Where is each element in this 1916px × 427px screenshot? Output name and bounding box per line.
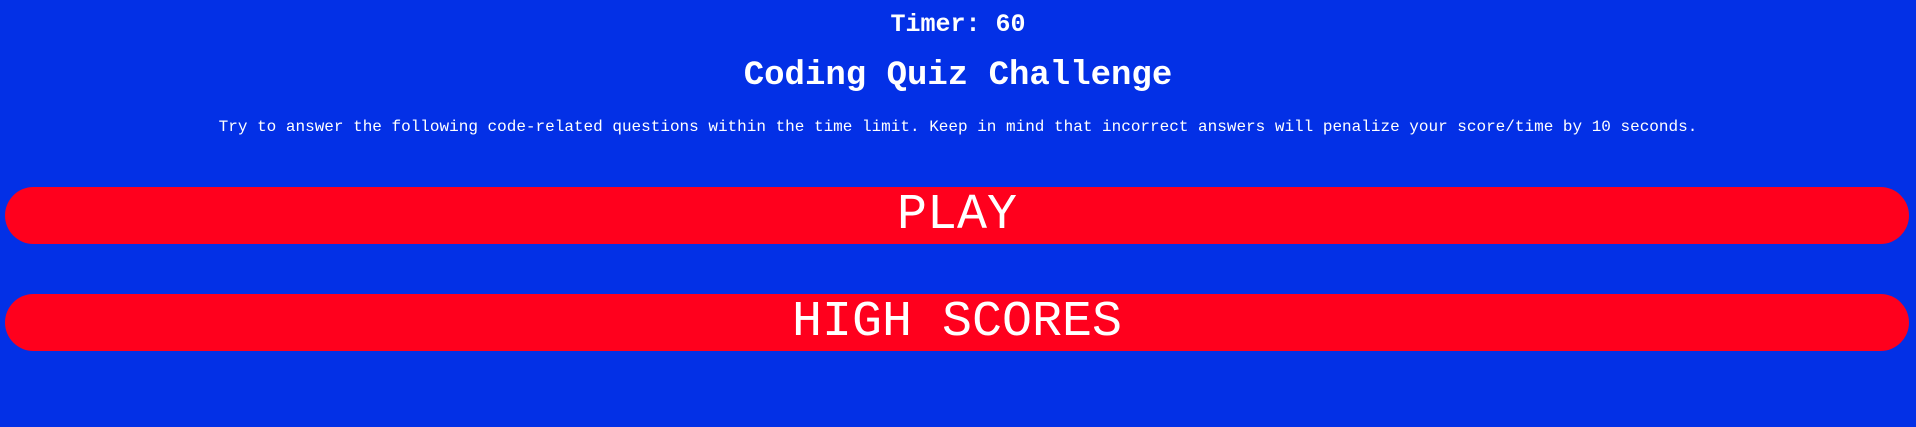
page-title: Coding Quiz Challenge: [743, 57, 1173, 95]
timer-label: Timer:: [890, 10, 996, 39]
timer-value: 60: [995, 10, 1026, 39]
play-button[interactable]: PLAY: [5, 187, 1909, 244]
timer-display: Timer: 60: [0, 10, 1916, 40]
high-scores-button[interactable]: HIGH SCORES: [5, 294, 1909, 351]
instructions-text: Try to answer the following code-related…: [218, 118, 1698, 136]
